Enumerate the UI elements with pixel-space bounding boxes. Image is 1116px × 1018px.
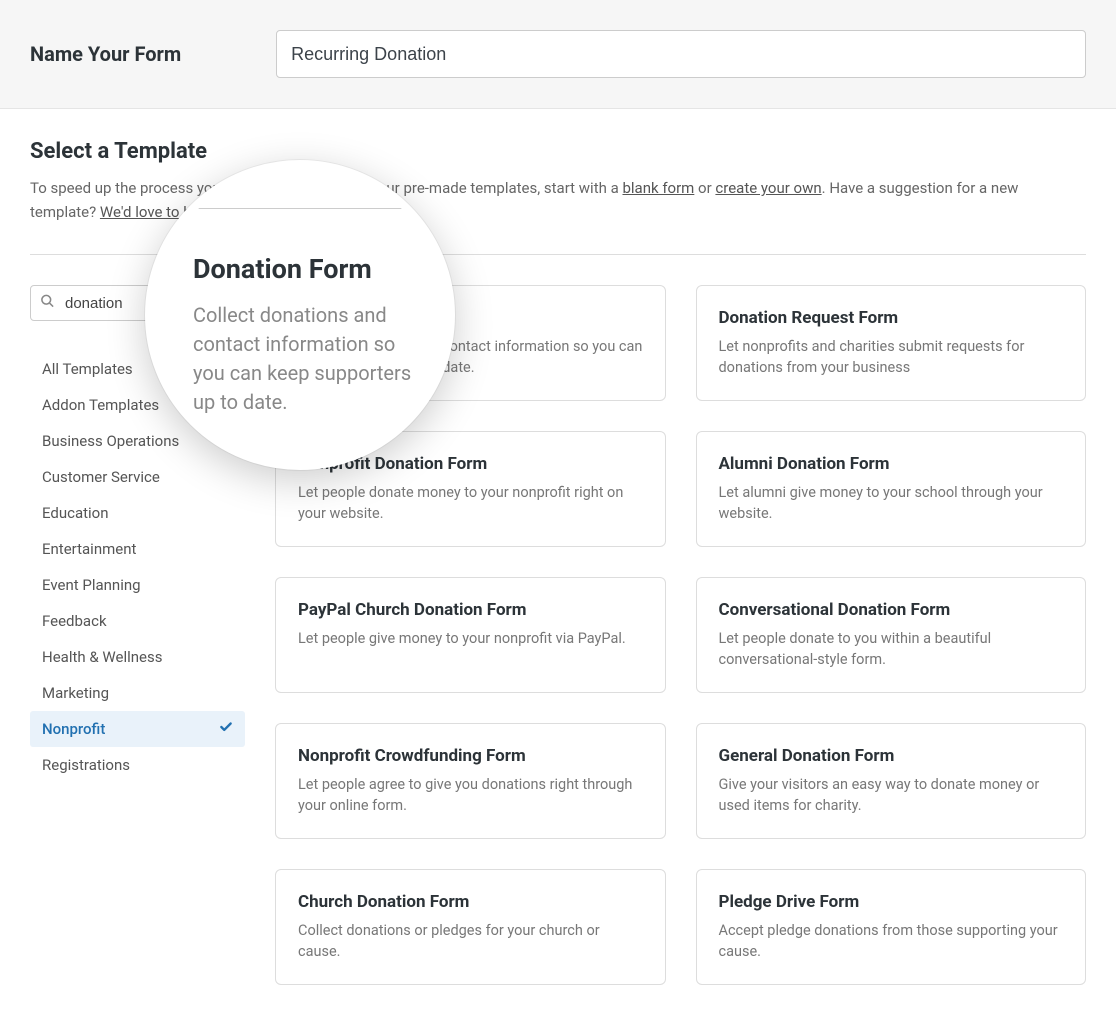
- template-title: PayPal Church Donation Form: [298, 600, 643, 620]
- category-label: Feedback: [42, 612, 107, 630]
- category-feedback[interactable]: Feedback: [30, 603, 245, 639]
- template-title: Alumni Donation Form: [719, 454, 1064, 474]
- template-card[interactable]: Conversational Donation Form Let people d…: [696, 577, 1087, 693]
- template-title: Conversational Donation Form: [719, 600, 1064, 620]
- category-label: Marketing: [42, 684, 109, 702]
- template-description: Let people donate money to your nonprofi…: [298, 482, 643, 524]
- magnifier-title: Donation Form: [193, 253, 415, 285]
- category-marketing[interactable]: Marketing: [30, 675, 245, 711]
- template-description: Collect donations or pledges for your ch…: [298, 920, 643, 962]
- template-title: Donation Request Form: [719, 308, 1064, 328]
- category-customer-service[interactable]: Customer Service: [30, 459, 245, 495]
- category-label: Business Operations: [42, 432, 179, 450]
- template-description: Let people donate to you within a beauti…: [719, 628, 1064, 670]
- check-icon: [219, 720, 233, 738]
- category-event-planning[interactable]: Event Planning: [30, 567, 245, 603]
- template-description: Let alumni give money to your school thr…: [719, 482, 1064, 524]
- form-name-input[interactable]: [276, 30, 1086, 78]
- template-description: Let nonprofits and charities submit requ…: [719, 336, 1064, 378]
- template-description: Accept pledge donations from those suppo…: [719, 920, 1064, 962]
- magnifier-description: Collect donations and contact informatio…: [193, 301, 415, 417]
- category-label: All Templates: [42, 360, 133, 378]
- template-card[interactable]: Alumni Donation Form Let alumni give mone…: [696, 431, 1087, 547]
- magnifier-overlay: Donation Form Collect donations and cont…: [145, 160, 455, 470]
- category-label: Health & Wellness: [42, 648, 162, 666]
- create-your-own-link[interactable]: create your own: [715, 179, 821, 197]
- category-label: Registrations: [42, 756, 130, 774]
- template-description: Let people give money to your nonprofit …: [298, 628, 643, 649]
- template-title: Pledge Drive Form: [719, 892, 1064, 912]
- template-title: Nonprofit Crowdfunding Form: [298, 746, 643, 766]
- select-template-title: Select a Template: [30, 139, 1086, 164]
- template-title: General Donation Form: [719, 746, 1064, 766]
- blank-form-link[interactable]: blank form: [622, 179, 694, 197]
- category-registrations[interactable]: Registrations: [30, 747, 245, 783]
- form-name-header: Name Your Form: [0, 0, 1116, 109]
- template-description: Let people agree to give you donations r…: [298, 774, 643, 816]
- template-card[interactable]: Nonprofit Crowdfunding Form Let people ag…: [275, 723, 666, 839]
- template-card[interactable]: Pledge Drive Form Accept pledge donations…: [696, 869, 1087, 985]
- template-description: Give your visitors an easy way to donate…: [719, 774, 1064, 816]
- category-health-wellness[interactable]: Health & Wellness: [30, 639, 245, 675]
- template-card[interactable]: PayPal Church Donation Form Let people gi…: [275, 577, 666, 693]
- category-label: Customer Service: [42, 468, 160, 486]
- category-label: Entertainment: [42, 540, 136, 558]
- template-card[interactable]: General Donation Form Give your visitors …: [696, 723, 1087, 839]
- template-title: Church Donation Form: [298, 892, 643, 912]
- category-label: Education: [42, 504, 109, 522]
- category-label: Addon Templates: [42, 396, 159, 414]
- name-your-form-label: Name Your Form: [30, 42, 181, 66]
- category-entertainment[interactable]: Entertainment: [30, 531, 245, 567]
- category-label: Nonprofit: [42, 720, 105, 738]
- category-education[interactable]: Education: [30, 495, 245, 531]
- template-card[interactable]: Donation Request Form Let nonprofits and …: [696, 285, 1087, 401]
- category-nonprofit[interactable]: Nonprofit: [30, 711, 245, 747]
- template-card[interactable]: Church Donation Form Collect donations or…: [275, 869, 666, 985]
- category-label: Event Planning: [42, 576, 141, 594]
